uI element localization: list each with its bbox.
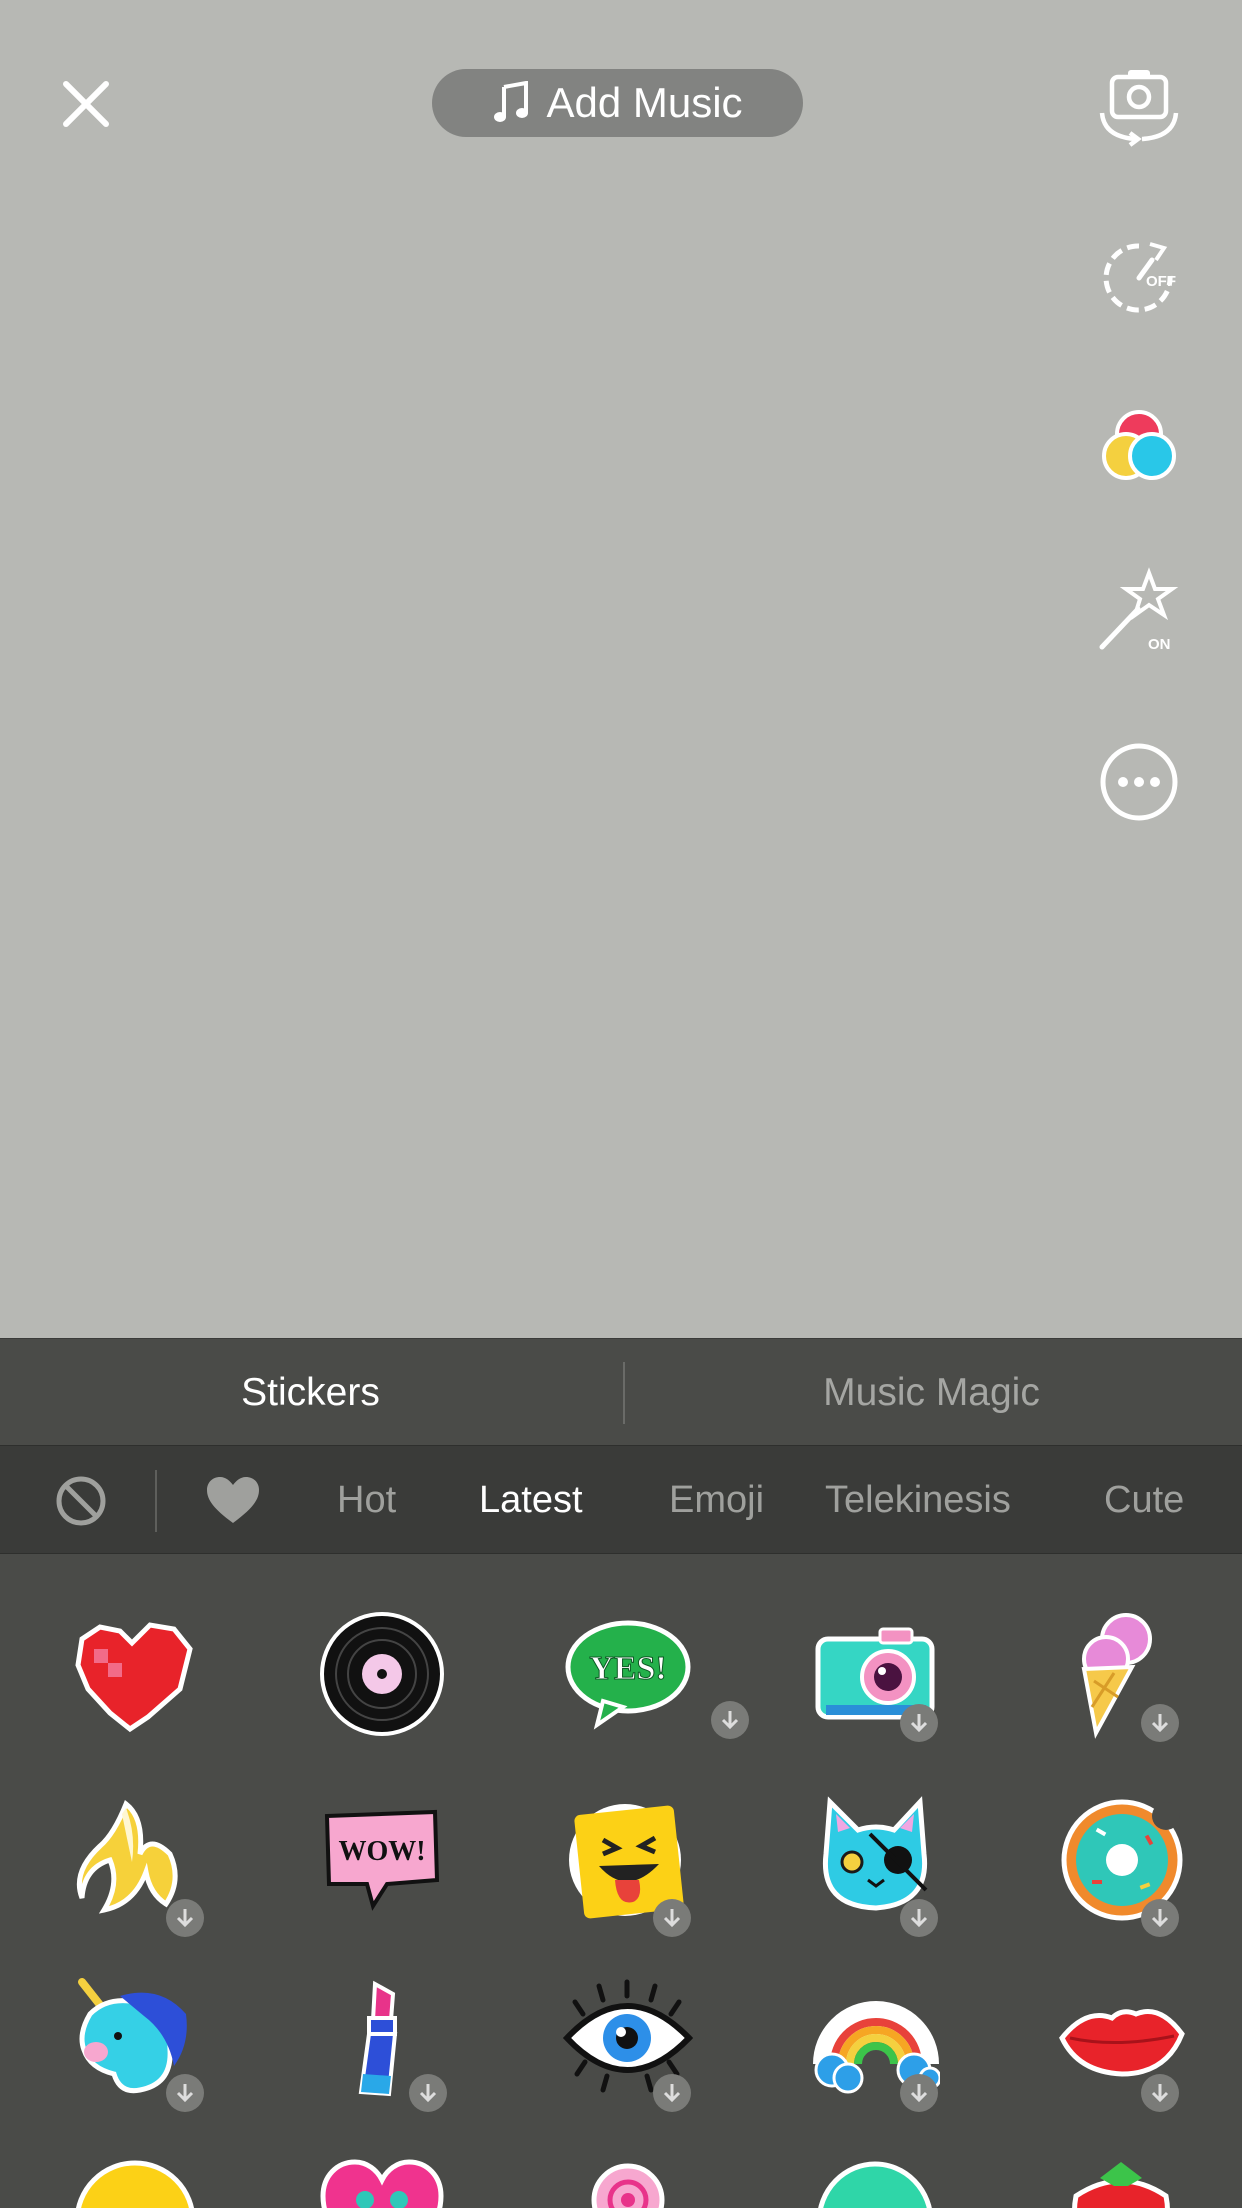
yellow-face-sticker [75, 2160, 195, 2208]
add-music-label: Add Music [546, 79, 743, 126]
close-button[interactable] [52, 70, 120, 138]
sticker-yellow-face[interactable] [70, 2156, 210, 2208]
beauty-button[interactable]: ON [1094, 567, 1184, 657]
sticker-wow-bubble[interactable]: WOW! [317, 1794, 457, 1934]
sticker-vinyl-record[interactable] [317, 1609, 457, 1749]
download-arrow-icon [1151, 1909, 1169, 1928]
sticker-lollipop[interactable] [563, 2156, 703, 2208]
sticker-eye[interactable] [562, 1974, 703, 2114]
category-divider [155, 1470, 157, 1532]
sticker-yes-bubble[interactable]: YES! [563, 1609, 749, 1749]
download-arrow-icon [910, 1714, 928, 1733]
sticker-unicorn[interactable] [70, 1974, 210, 2114]
download-arrow-icon [721, 1711, 739, 1730]
download-badge [1141, 1899, 1179, 1937]
category-latest[interactable]: Latest [479, 1446, 583, 1555]
download-arrow-icon [176, 1909, 194, 1928]
speed-timer-icon: OFF [1103, 242, 1176, 313]
strawberry-sticker [1072, 2162, 1170, 2208]
download-badge [1141, 1704, 1179, 1742]
sticker-panel: Stickers Music Magic Hot Latest Emoji Te… [0, 1338, 1242, 2208]
download-badge [166, 1899, 204, 1937]
sticker-donut[interactable] [1056, 1794, 1196, 1937]
download-badge [711, 1701, 749, 1739]
sticker-strawberry[interactable] [1056, 2156, 1196, 2208]
download-badge [653, 1899, 691, 1937]
sticker-pirate-cat[interactable] [810, 1794, 950, 1937]
sticker-alien[interactable] [810, 2156, 950, 2208]
sticker-category-bar: Hot Latest Emoji Telekinesis Cute [0, 1445, 1242, 1554]
download-arrow-icon [663, 2084, 681, 2103]
yes-bubble-sticker: YES! [565, 1620, 691, 1730]
no-sticker-icon[interactable] [53, 1473, 109, 1529]
category-telekinesis[interactable]: Telekinesis [825, 1446, 1011, 1555]
download-badge [409, 2074, 447, 2112]
flip-camera-button[interactable] [1094, 65, 1184, 155]
download-arrow-icon [419, 2084, 437, 2103]
close-icon [63, 81, 109, 127]
magic-wand-icon: ON [1099, 567, 1179, 653]
category-emoji[interactable]: Emoji [669, 1446, 764, 1555]
sticker-pixel-heart[interactable] [70, 1609, 210, 1749]
wow-bubble-sticker: WOW! [324, 1809, 440, 1911]
sticker-pink-heart[interactable] [317, 2156, 457, 2208]
tab-stickers[interactable]: Stickers [0, 1339, 621, 1446]
download-badge [900, 2074, 938, 2112]
more-dots-icon [1100, 743, 1178, 821]
download-arrow-icon [1151, 2084, 1169, 2103]
favorites-heart-icon[interactable] [204, 1473, 262, 1529]
wow-text: WOW! [338, 1836, 425, 1867]
tab-music-magic[interactable]: Music Magic [621, 1339, 1242, 1446]
beauty-badge: ON [1148, 636, 1171, 653]
filters-button[interactable] [1094, 400, 1184, 490]
download-arrow-icon [663, 1909, 681, 1928]
music-note-icon [494, 81, 529, 122]
add-music-button[interactable]: Add Music [432, 69, 803, 137]
lollipop-sticker [591, 2163, 665, 2208]
speed-badge: OFF [1146, 273, 1176, 290]
panel-tabs: Stickers Music Magic [0, 1338, 1242, 1445]
vinyl-record-sticker [320, 1612, 444, 1736]
sticker-ice-cream[interactable] [1056, 1609, 1196, 1749]
download-badge [900, 1704, 938, 1742]
sticker-camera[interactable] [810, 1609, 950, 1749]
download-badge [1141, 2074, 1179, 2112]
download-arrow-icon [910, 1909, 928, 1928]
sticker-banana[interactable] [70, 1794, 210, 1937]
alien-sticker [818, 2161, 932, 2208]
download-arrow-icon [176, 2084, 194, 2103]
camera-preview[interactable] [0, 0, 1242, 1338]
download-arrow-icon [910, 2084, 928, 2103]
sticker-tongue-face[interactable] [563, 1794, 703, 1937]
more-options-button[interactable] [1094, 737, 1184, 827]
category-cute[interactable]: Cute [1104, 1446, 1184, 1555]
download-badge [900, 1899, 938, 1937]
flip-camera-icon [1099, 70, 1179, 147]
download-badge [653, 2074, 691, 2112]
download-badge [166, 2074, 204, 2112]
sticker-grid: YES! WOW! [0, 1554, 1242, 2208]
category-hot[interactable]: Hot [337, 1446, 396, 1555]
sticker-lipstick[interactable] [317, 1974, 457, 2114]
sticker-rainbow[interactable] [810, 1974, 950, 2114]
download-arrow-icon [1151, 1714, 1169, 1733]
yes-text: YES! [589, 1650, 666, 1687]
pink-heart-sticker [320, 2159, 444, 2208]
color-filter-icon [1102, 410, 1176, 480]
sticker-lips[interactable] [1056, 1974, 1196, 2114]
pixel-heart-sticker [75, 1622, 193, 1733]
speed-button[interactable]: OFF [1094, 232, 1184, 322]
